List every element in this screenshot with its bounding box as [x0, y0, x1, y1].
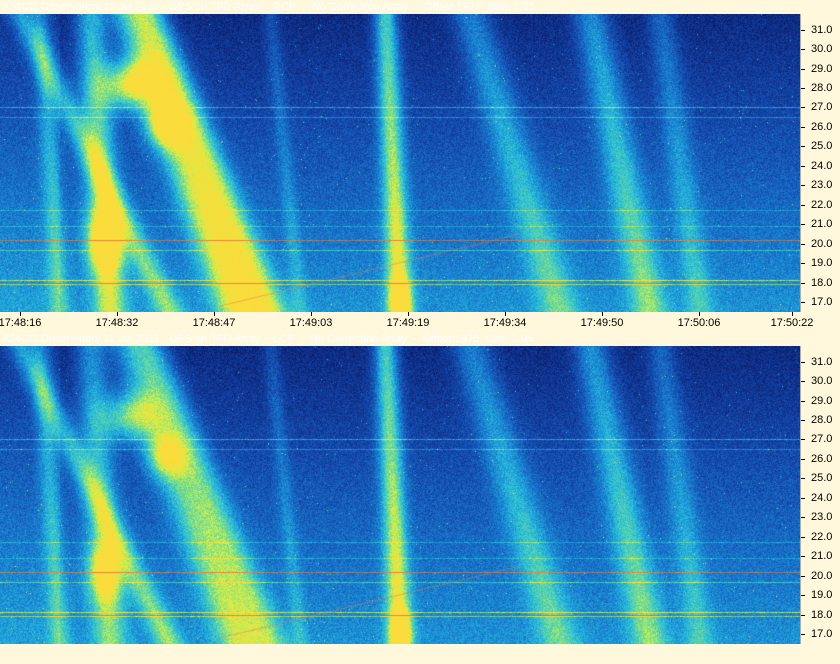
frequency-tick [801, 126, 805, 128]
frequency-tick [801, 634, 805, 636]
frequency-tick [801, 361, 805, 363]
time-tick-label: 17:48:16 [0, 317, 42, 329]
time-tick-label: 17:49:34 [483, 317, 527, 329]
frequency-tick [801, 420, 805, 421]
frequency-tick [801, 497, 805, 499]
frequency-tick [801, 400, 805, 402]
time-tick-label: 17:49:50 [580, 317, 624, 329]
frequency-tick-label: 23.0 [811, 511, 833, 524]
rcp-plot-title: AJ4CO Observatory 11 Jul 2022 - DPS on T… [2, 1, 535, 13]
frequency-tick [801, 263, 805, 265]
frequency-tick [801, 302, 805, 304]
frequency-tick-label: 27.0 [811, 101, 833, 114]
frequency-tick-label: 18.0 [811, 608, 833, 621]
lcp-frequency-axis: 31.0 30.0 29.0 28.0 27.0 26.0 25.0 24.0 23.0 22.0… [800, 346, 840, 644]
frequency-tick-label: 18.0 [811, 276, 833, 289]
frequency-tick-label: 24.0 [811, 491, 833, 504]
frequency-tick-label: 31.0 [811, 23, 833, 36]
frequency-tick [801, 282, 805, 284]
time-tick [792, 312, 793, 316]
time-tick [699, 312, 700, 316]
time-tick [505, 312, 506, 316]
frequency-tick-label: 30.0 [811, 375, 833, 388]
frequency-tick [801, 556, 805, 558]
time-tick-label: 17:49:03 [289, 317, 333, 329]
frequency-tick [801, 536, 805, 538]
rcp-frequency-axis: 31.0 30.0 29.0 28.0 27.0 26.0 25.0 24.0 23.0 22.0… [800, 14, 840, 312]
frequency-tick [801, 146, 805, 148]
time-tick-label: 17:50:22 [770, 317, 814, 329]
frequency-tick-label: 21.0 [811, 550, 833, 563]
frequency-tick [801, 478, 805, 480]
time-tick-label: 17:50:06 [677, 317, 721, 329]
frequency-tick [801, 185, 805, 187]
lcp-time-axis [0, 644, 840, 664]
time-tick [214, 312, 215, 316]
rcp-spectrogram[interactable] [0, 14, 800, 312]
lcp-spectrogram-canvas [0, 346, 800, 644]
frequency-tick-label: 21.0 [811, 218, 833, 231]
frequency-tick-label: 26.0 [811, 452, 833, 465]
frequency-tick-label: 20.0 [811, 569, 833, 582]
frequency-tick-label: 22.0 [811, 530, 833, 543]
time-tick [311, 312, 312, 316]
frequency-tick [801, 243, 805, 245]
frequency-tick [801, 107, 805, 109]
frequency-tick [801, 517, 805, 519]
time-tick [602, 312, 603, 316]
frequency-tick [801, 458, 805, 460]
frequency-tick [801, 88, 805, 89]
frequency-tick [801, 614, 805, 616]
frequency-tick-label: 24.0 [811, 159, 833, 172]
frequency-tick-label: 27.0 [811, 433, 833, 446]
frequency-tick [801, 595, 805, 597]
rcp-spectrogram-canvas [0, 14, 800, 312]
rcp-panel: AJ4CO Observatory 11 Jul 2022 - DPS on T… [0, 0, 840, 332]
frequency-tick [801, 204, 805, 206]
rcp-time-axis: 17:48:16 17:48:32 17:48:47 17:49:03 17:49:19… [0, 312, 840, 332]
frequency-tick-label: 17.0 [811, 628, 833, 641]
time-tick [20, 312, 21, 316]
frequency-tick-label: 17.0 [811, 296, 833, 309]
frequency-tick-label: 25.0 [811, 140, 833, 153]
time-tick [117, 312, 118, 316]
frequency-tick-label: 25.0 [811, 472, 833, 485]
frequency-tick-label: 29.0 [811, 62, 833, 75]
time-tick-label: 17:48:47 [192, 317, 236, 329]
lcp-panel: AJ4CO Observatory 11 Jul 2022 - DPS on T… [0, 332, 840, 664]
lcp-plot-title: AJ4CO Observatory 11 Jul 2022 - DPS on T… [2, 333, 534, 345]
lcp-spectrogram[interactable] [0, 346, 800, 644]
frequency-tick-label: 31.0 [811, 355, 833, 368]
frequency-tick [801, 68, 805, 70]
frequency-tick [801, 439, 805, 441]
frequency-tick [801, 575, 805, 577]
time-tick [408, 312, 409, 316]
frequency-tick-label: 19.0 [811, 589, 833, 602]
frequency-tick-label: 20.0 [811, 237, 833, 250]
frequency-tick [801, 381, 805, 383]
frequency-tick-label: 28.0 [811, 414, 833, 426]
frequency-tick [801, 224, 805, 226]
frequency-tick-label: 29.0 [811, 394, 833, 407]
frequency-tick-label: 22.0 [811, 198, 833, 211]
frequency-tick-label: 26.0 [811, 120, 833, 133]
frequency-tick-label: 19.0 [811, 257, 833, 270]
frequency-tick-label: 28.0 [811, 82, 833, 94]
frequency-tick [801, 49, 805, 51]
time-tick-label: 17:48:32 [95, 317, 139, 329]
frequency-tick-label: 30.0 [811, 43, 833, 56]
frequency-tick-label: 23.0 [811, 179, 833, 192]
time-tick-label: 17:49:19 [386, 317, 430, 329]
frequency-tick [801, 165, 805, 167]
frequency-tick [801, 29, 805, 31]
